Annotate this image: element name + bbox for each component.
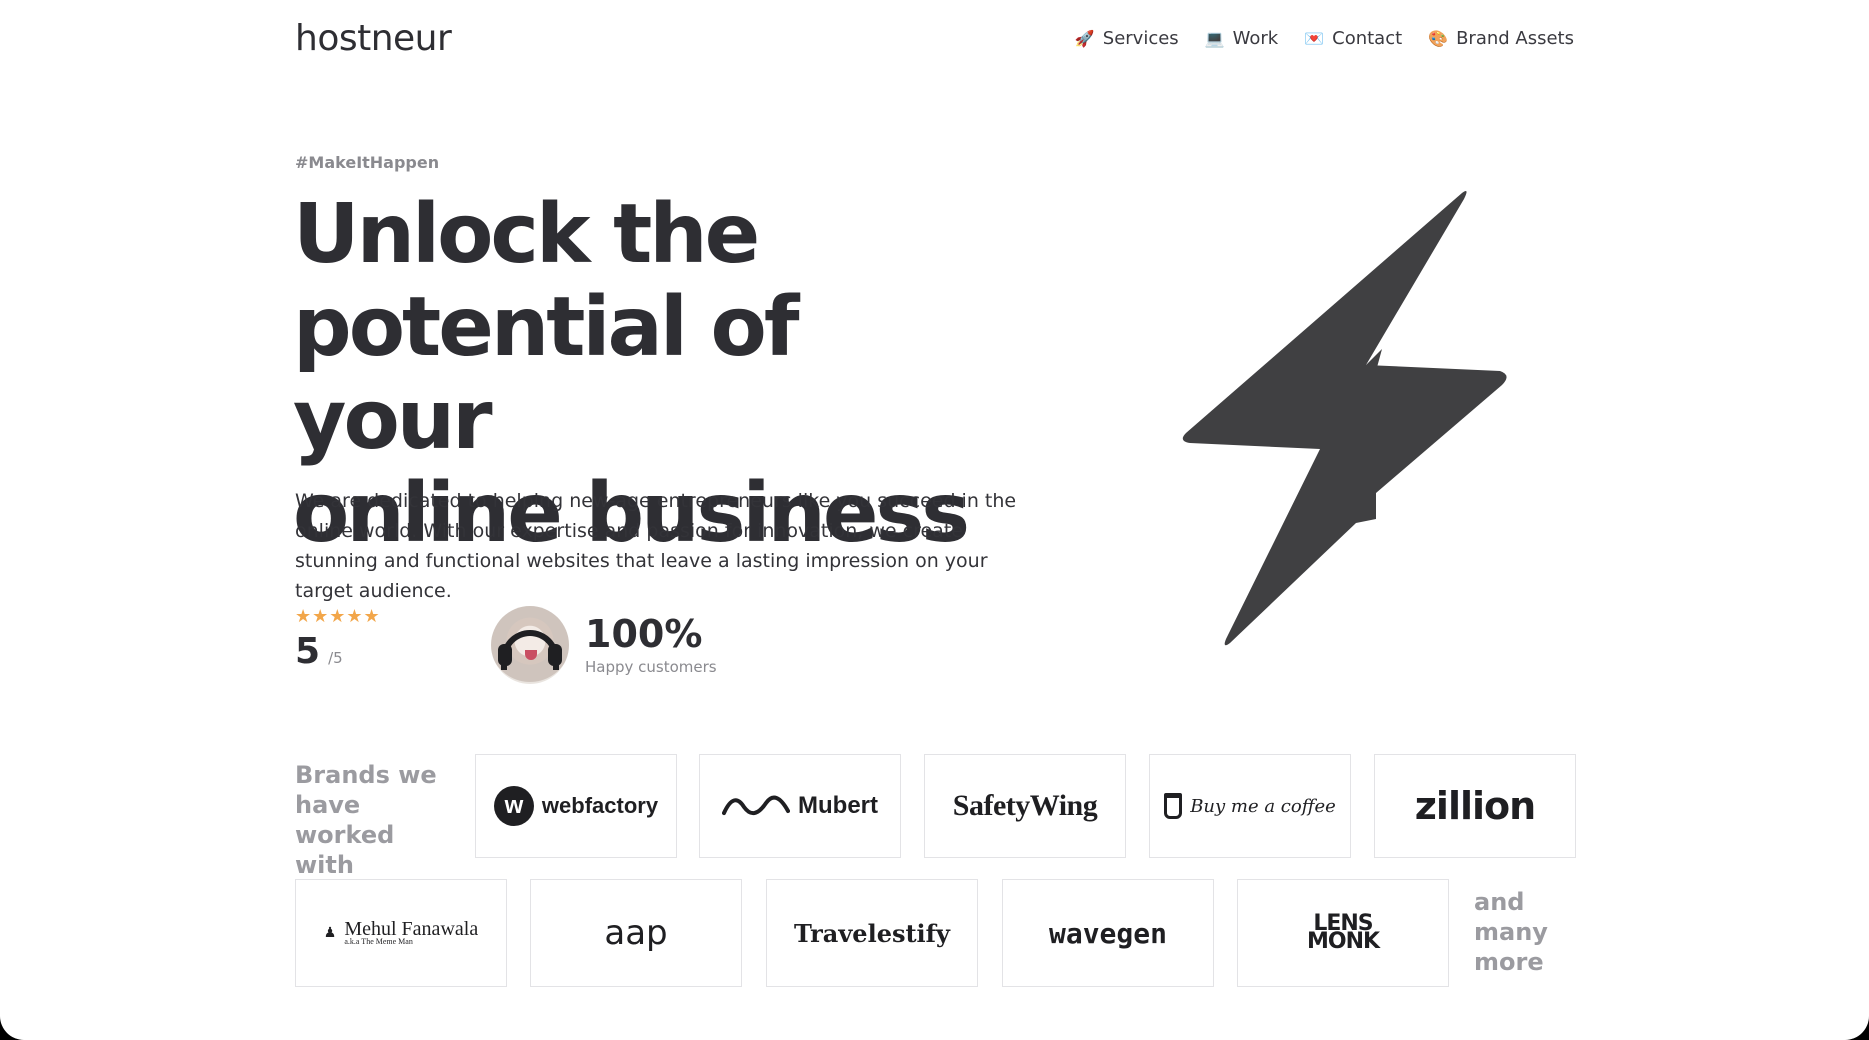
nav-brand-assets[interactable]: 🎨 Brand Assets (1428, 28, 1574, 49)
headline-line-2: potential of your (293, 280, 800, 468)
logo-text: hostneur (295, 18, 452, 59)
coffee-cup-icon (1164, 793, 1183, 819)
brand-zillion: zillion (1374, 754, 1576, 858)
brand-mubert: Mubert (699, 754, 901, 858)
nav-work[interactable]: 💻 Work (1205, 28, 1279, 49)
brands-more-label: and many more (1474, 888, 1548, 976)
nav-contact-label: Contact (1332, 28, 1403, 49)
frame-corner-right (1845, 1016, 1869, 1040)
brand-zillion-label: zillion (1414, 784, 1536, 828)
lightning-bolt-icon (1182, 191, 1507, 646)
brand-webfactory: w webfactory (475, 754, 677, 858)
brand-mehul-label: Mehul Fanawala (344, 918, 479, 940)
nav-work-label: Work (1232, 28, 1279, 49)
brand-mubert-label: Mubert (798, 792, 878, 819)
main-nav: 🚀 Services 💻 Work 💌 Contact 🎨 Brand Asse… (1075, 28, 1574, 49)
brands-title: Brands we have worked with (295, 761, 437, 879)
frame-corner-left (0, 1016, 24, 1040)
rating-out-of: /5 (328, 649, 343, 667)
nav-services-label: Services (1102, 28, 1179, 49)
mubert-wave-icon (722, 795, 790, 815)
hero-description: We are dedicated to helping new-age entr… (295, 490, 1017, 602)
avatar (491, 606, 569, 684)
nav-brand-assets-label: Brand Assets (1456, 28, 1574, 49)
happy-customers-label: Happy customers (585, 658, 717, 676)
laptop-icon: 💻 (1204, 28, 1225, 48)
person-icon: ♟ (323, 925, 337, 941)
rocket-icon: 🚀 (1074, 28, 1095, 48)
rating-block: ★★★★★ 5 /5 (295, 606, 381, 672)
webfactory-logo-icon: w (493, 786, 534, 826)
brand-mehul-sublabel: a.k.a The Meme Man (344, 937, 413, 946)
hashtag-label: #MakeItHappen (295, 153, 440, 172)
brand-safetywing-label: SafetyWing (952, 789, 1098, 822)
star-rating-icon: ★★★★★ (295, 606, 381, 627)
brand-wavegen: wavegen (1002, 879, 1214, 987)
brand-lensmonk-label-2: MONK (1306, 929, 1380, 954)
brand-webfactory-label: webfactory (541, 793, 659, 818)
brand-travelestify-label: Travelestify (794, 918, 950, 948)
palette-icon: 🎨 (1428, 28, 1449, 48)
headline-line-1: Unlock the (293, 187, 760, 282)
brand-travelestify: Travelestify (766, 879, 978, 987)
rating-score: 5 /5 (295, 631, 381, 672)
brand-wavegen-label: wavegen (1048, 916, 1167, 950)
happy-customers-value: 100% (585, 612, 703, 656)
love-letter-icon: 💌 (1304, 28, 1325, 48)
brand-mehul-fanawala: ♟ Mehul Fanawala a.k.a The Meme Man (295, 879, 507, 987)
brand-lensmonk: LENS MONK (1237, 879, 1449, 987)
brand-aap-label: aap (604, 913, 668, 953)
brand-aap: aap (530, 879, 742, 987)
brand-safetywing: SafetyWing (924, 754, 1126, 858)
rating-value: 5 (295, 631, 321, 672)
happy-customers-block: 100% Happy customers (491, 606, 717, 684)
nav-services[interactable]: 🚀 Services (1075, 28, 1179, 49)
brand-buymeacoffee-label: Buy me a coffee (1190, 795, 1336, 817)
logo[interactable]: hostneur (295, 18, 452, 59)
nav-contact[interactable]: 💌 Contact (1304, 28, 1402, 49)
brand-buymeacoffee: Buy me a coffee (1149, 754, 1351, 858)
